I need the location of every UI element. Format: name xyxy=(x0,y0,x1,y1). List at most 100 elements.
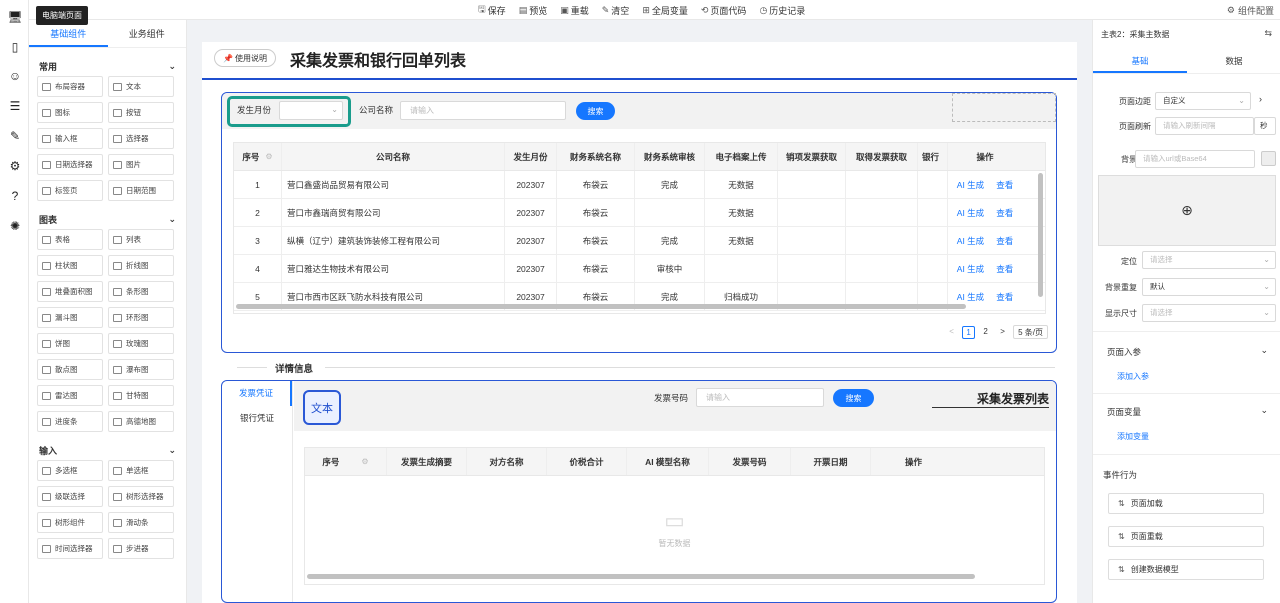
next-page-button[interactable]: > xyxy=(996,326,1009,339)
component-item[interactable]: 折线图 xyxy=(108,255,174,276)
repeat-select[interactable]: 默认 ⌄ xyxy=(1142,278,1276,296)
component-item[interactable]: 滑动条 xyxy=(108,512,174,533)
toolbar-button-4[interactable]: ⊞ 全局变量 xyxy=(642,4,688,17)
component-config-button[interactable]: ⚙ 组件配置 xyxy=(1227,0,1274,20)
toolbar-button-3[interactable]: ✎ 清空 xyxy=(602,4,630,17)
component-item[interactable]: 选择器 xyxy=(108,128,174,149)
invoice-input[interactable]: 请输入 xyxy=(696,388,824,407)
page-button[interactable]: 2 xyxy=(979,326,992,339)
refresh-input[interactable]: 请输入刷新间隔 xyxy=(1155,117,1254,135)
horizontal-scrollbar[interactable] xyxy=(307,574,975,579)
component-item[interactable]: 日期范围 xyxy=(108,180,174,201)
component-item[interactable]: 进度条 xyxy=(37,411,103,432)
event-button[interactable]: ⇅ 页面加载 xyxy=(1108,493,1264,514)
add-param-link[interactable]: 添加入参 xyxy=(1117,371,1149,382)
component-item[interactable]: 甘特图 xyxy=(108,385,174,406)
component-item[interactable]: 玫瑰图 xyxy=(108,333,174,354)
tab-business[interactable]: 业务组件 xyxy=(108,20,187,47)
component-item[interactable]: 多选框 xyxy=(37,460,103,481)
event-button[interactable]: ⇅ 创建数据模型 xyxy=(1108,559,1264,580)
chevron-right-icon[interactable]: › xyxy=(1259,94,1262,104)
component-item[interactable]: 堆叠面积图 xyxy=(37,281,103,302)
component-item[interactable]: 饼图 xyxy=(37,333,103,354)
component-item[interactable]: 文本 xyxy=(108,76,174,97)
settings-icon[interactable]: ⚙ xyxy=(5,156,25,176)
event-button[interactable]: ⇅ 页面重载 xyxy=(1108,526,1264,547)
position-select[interactable]: 请选择 ⌄ xyxy=(1142,251,1276,269)
ai-generate-link[interactable]: AI 生成 xyxy=(957,235,984,247)
desktop-icon[interactable]: 🖥 xyxy=(5,7,25,27)
tab-base[interactable]: 基础 xyxy=(1093,48,1187,73)
prev-page-button[interactable]: < xyxy=(945,326,958,339)
ai-generate-link[interactable]: AI 生成 xyxy=(957,179,984,191)
background-upload[interactable]: ⊕ xyxy=(1098,175,1276,246)
ai-icon[interactable]: ✺ xyxy=(5,216,25,236)
component-item[interactable]: 树形选择器 xyxy=(108,486,174,507)
horizontal-scrollbar[interactable] xyxy=(236,304,966,309)
component-item[interactable]: 列表 xyxy=(108,229,174,250)
chevron-down-icon[interactable]: ⌄ xyxy=(1260,345,1268,356)
detail-search-button[interactable]: 搜索 xyxy=(833,389,874,407)
page-size-select[interactable]: 5 条/页 xyxy=(1013,325,1048,339)
search-button[interactable]: 搜索 xyxy=(576,102,615,120)
usage-button[interactable]: 📌 使用说明 xyxy=(214,49,276,67)
component-item[interactable]: 树形组件 xyxy=(37,512,103,533)
settings-icon[interactable]: ⚙ xyxy=(361,457,368,466)
section-2[interactable]: 输入 ⌄ xyxy=(29,440,186,460)
margin-select[interactable]: 自定义 ⌄ xyxy=(1155,92,1251,110)
text-component[interactable]: 文本 xyxy=(303,390,341,425)
component-item[interactable]: 标签页 xyxy=(37,180,103,201)
component-item[interactable]: 图片 xyxy=(108,154,174,175)
section-0[interactable]: 常用 ⌄ xyxy=(29,56,186,76)
component-item[interactable]: 步进器 xyxy=(108,538,174,559)
section-1[interactable]: 图表 ⌄ xyxy=(29,209,186,229)
toolbar-button-0[interactable]: 🖫 保存 xyxy=(478,2,506,18)
view-link[interactable]: 查看 xyxy=(996,207,1013,219)
help-icon[interactable]: ? xyxy=(5,186,25,206)
component-item[interactable]: 条形图 xyxy=(108,281,174,302)
tab-bank[interactable]: 银行凭证 xyxy=(222,406,292,431)
component-item[interactable]: 雷达图 xyxy=(37,385,103,406)
component-item[interactable]: 输入框 xyxy=(37,128,103,149)
add-var-link[interactable]: 添加变量 xyxy=(1117,431,1149,442)
background-input[interactable]: 请输入url或Base64 xyxy=(1135,150,1255,168)
settings-icon[interactable]: ⚙ xyxy=(265,152,272,161)
tab-data[interactable]: 数据 xyxy=(1187,48,1280,73)
ai-generate-link[interactable]: AI 生成 xyxy=(957,207,984,219)
component-item[interactable]: 高德地图 xyxy=(108,411,174,432)
component-item[interactable]: 柱状图 xyxy=(37,255,103,276)
component-item[interactable]: 漏斗图 xyxy=(37,307,103,328)
plugin-icon[interactable]: ✎ xyxy=(5,126,25,146)
chevron-down-icon[interactable]: ⌄ xyxy=(1260,405,1268,416)
toolbar-button-6[interactable]: ◷ 历史记录 xyxy=(759,4,805,17)
component-item[interactable]: 日期选择器 xyxy=(37,154,103,175)
size-select[interactable]: 请选择 ⌄ xyxy=(1142,304,1276,322)
company-input[interactable]: 请输入 xyxy=(400,101,566,120)
view-link[interactable]: 查看 xyxy=(996,235,1013,247)
component-item[interactable]: 时间选择器 xyxy=(37,538,103,559)
component-item[interactable]: 布局容器 xyxy=(37,76,103,97)
ai-generate-link[interactable]: AI 生成 xyxy=(957,263,984,275)
component-item[interactable]: 图标 xyxy=(37,102,103,123)
toolbar-button-5[interactable]: ⟲ 页面代码 xyxy=(701,4,747,17)
page-button[interactable]: 1 xyxy=(962,325,976,339)
component-item[interactable]: 散点图 xyxy=(37,359,103,380)
tab-invoice[interactable]: 发票凭证 xyxy=(222,381,292,406)
component-item[interactable]: 级联选择 xyxy=(37,486,103,507)
mobile-icon[interactable]: ▯ xyxy=(5,37,25,57)
view-link[interactable]: 查看 xyxy=(996,179,1013,191)
database-icon[interactable]: ☰ xyxy=(5,96,25,116)
component-item[interactable]: 瀑布图 xyxy=(108,359,174,380)
view-link[interactable]: 查看 xyxy=(996,291,1013,303)
collapse-icon[interactable]: ⇆ xyxy=(1264,28,1272,39)
component-item[interactable]: 按钮 xyxy=(108,102,174,123)
view-link[interactable]: 查看 xyxy=(996,263,1013,275)
robot-icon[interactable]: ☺ xyxy=(5,66,25,86)
component-item[interactable]: 环形图 xyxy=(108,307,174,328)
vertical-scrollbar[interactable] xyxy=(1038,173,1043,297)
ai-generate-link[interactable]: AI 生成 xyxy=(957,291,984,303)
toolbar-button-1[interactable]: ▤ 预览 xyxy=(519,4,548,17)
color-picker[interactable] xyxy=(1261,151,1276,166)
component-item[interactable]: 表格 xyxy=(37,229,103,250)
toolbar-button-2[interactable]: ▣ 重载 xyxy=(560,4,589,17)
